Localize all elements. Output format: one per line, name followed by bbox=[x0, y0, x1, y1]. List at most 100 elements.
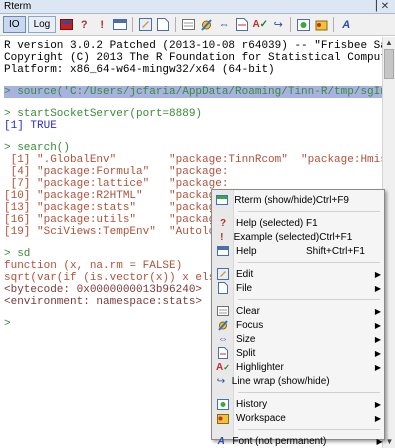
menu-item-label: Help bbox=[236, 245, 257, 257]
menu-item-shortcut: Shift+Ctrl+F1 bbox=[306, 245, 365, 257]
line-wrap-icon[interactable]: ↪ bbox=[270, 17, 286, 33]
menu-item-file[interactable]: File ▶ bbox=[212, 281, 384, 295]
example-icon[interactable]: ! bbox=[94, 17, 110, 33]
help-icon[interactable]: ? bbox=[76, 17, 92, 33]
menu-item-label: Focus bbox=[236, 319, 264, 331]
tab-log[interactable]: Log bbox=[27, 16, 57, 33]
submenu-arrow-icon: ▶ bbox=[374, 413, 382, 423]
menu-item-label: Rterm (show/hide) bbox=[234, 194, 316, 206]
clear-icon[interactable] bbox=[180, 17, 196, 33]
menu-item-label: Help (selected) bbox=[236, 217, 304, 229]
example-icon: ! bbox=[220, 231, 224, 243]
help-book-icon[interactable] bbox=[112, 17, 128, 33]
history-icon bbox=[216, 398, 230, 410]
banner-line: Platform: x86_64-w64-mingw32/x64 (64-bit… bbox=[4, 64, 275, 76]
menu-item-rterm[interactable]: Rterm (show/hide) Ctrl+F9 bbox=[212, 193, 384, 207]
menu-item-label: Clear bbox=[236, 305, 260, 317]
menu-item-size[interactable]: ⇔ Size ▶ bbox=[212, 332, 384, 346]
font-icon: A bbox=[217, 435, 225, 447]
menu-separator bbox=[238, 429, 380, 430]
menu-item-label: Line wrap (show/hide) bbox=[231, 375, 330, 387]
scroll-thumb[interactable] bbox=[384, 49, 394, 79]
menu-item-split[interactable]: Split ▶ bbox=[212, 346, 384, 360]
size-icon[interactable]: ⇔ bbox=[216, 17, 232, 33]
window-titlebar: Rterm ▕ ✕ bbox=[0, 0, 395, 14]
submenu-arrow-icon: ▶ bbox=[374, 306, 382, 316]
menu-item-label: File bbox=[236, 282, 253, 294]
file-icon[interactable] bbox=[155, 17, 171, 33]
menu-item-clear[interactable]: Clear ▶ bbox=[212, 304, 384, 318]
toolbar: IO Log ? ! ⇔ A ✓ ↪ A bbox=[0, 14, 395, 36]
server-output: [1] TRUE bbox=[4, 120, 57, 132]
split-icon[interactable] bbox=[234, 17, 250, 33]
pin-icon[interactable]: ▕ bbox=[367, 1, 379, 12]
line-wrap-icon: ↪ bbox=[216, 375, 226, 387]
menu-item-label: Example (selected) bbox=[233, 231, 320, 243]
search-output-line: [1] ".GlobalEnv" "package:TinnRcom" "pac… bbox=[4, 154, 382, 166]
banner-line: Copyright (C) 2013 The R Foundation for … bbox=[4, 52, 382, 64]
file-icon bbox=[216, 282, 230, 294]
menu-item-font[interactable]: A Font (not permanent) ▶ bbox=[212, 434, 384, 448]
menu-item-shortcut: Ctrl+F1 bbox=[319, 231, 353, 243]
submenu-arrow-icon: ▶ bbox=[374, 269, 382, 279]
server-command: > startSocketServer(port=8889) bbox=[4, 108, 203, 120]
focus-icon[interactable] bbox=[198, 17, 214, 33]
menu-item-focus[interactable]: Focus ▶ bbox=[212, 318, 384, 332]
edit-icon bbox=[216, 268, 230, 280]
history-icon[interactable] bbox=[295, 17, 311, 33]
menu-separator bbox=[238, 262, 380, 263]
toolbar-separator bbox=[132, 17, 134, 32]
menu-item-label: Highlighter bbox=[236, 361, 284, 373]
submenu-arrow-icon: ▶ bbox=[374, 362, 382, 372]
highlighter-icon: A ✓ bbox=[216, 361, 230, 373]
workspace-icon bbox=[216, 412, 230, 424]
menu-item-help-selected[interactable]: ? Help (selected) F1 bbox=[212, 216, 384, 230]
search-output-line: [4] "package:Formula" "package: bbox=[4, 166, 229, 178]
workspace-icon[interactable] bbox=[313, 17, 329, 33]
stop-icon[interactable] bbox=[58, 17, 74, 33]
font-icon[interactable]: A bbox=[338, 17, 354, 33]
menu-item-highlighter[interactable]: A ✓ Highlighter ▶ bbox=[212, 360, 384, 374]
size-icon: ⇔ bbox=[218, 333, 228, 345]
source-command: > source('C:/Users/jcfaria/AppData/Roami… bbox=[4, 86, 382, 98]
search-command: > search() bbox=[4, 142, 71, 154]
focus-icon bbox=[216, 319, 230, 331]
menu-item-workspace[interactable]: Workspace ▶ bbox=[212, 411, 384, 425]
submenu-arrow-icon: ▶ bbox=[374, 334, 382, 344]
menu-item-shortcut: Ctrl+F9 bbox=[315, 194, 349, 206]
menu-item-label: Edit bbox=[236, 268, 254, 280]
server-block: > startSocketServer(port=8889) [1] TRUE bbox=[4, 108, 382, 132]
menu-item-shortcut: F1 bbox=[306, 217, 318, 229]
toolbar-separator bbox=[333, 17, 335, 32]
menu-item-label: Font (not permanent) bbox=[232, 435, 327, 447]
menu-separator bbox=[238, 392, 380, 393]
clear-icon bbox=[216, 305, 230, 317]
submenu-arrow-icon: ▶ bbox=[374, 320, 382, 330]
tab-io[interactable]: IO bbox=[3, 16, 26, 33]
menu-item-edit[interactable]: Edit ▶ bbox=[212, 267, 384, 281]
submenu-arrow-icon: ▶ bbox=[374, 348, 382, 358]
menu-item-example-selected[interactable]: ! Example (selected) Ctrl+F1 bbox=[212, 230, 384, 244]
close-icon[interactable]: ✕ bbox=[379, 1, 391, 12]
toolbar-separator bbox=[175, 17, 177, 32]
menu-item-history[interactable]: History ▶ bbox=[212, 397, 384, 411]
submenu-arrow-icon: ▶ bbox=[374, 283, 382, 293]
source-command-block: > source('C:/Users/jcfaria/AppData/Roami… bbox=[4, 86, 382, 98]
rterm-icon bbox=[216, 194, 229, 206]
menu-item-label: Workspace bbox=[236, 412, 286, 424]
help-icon: ? bbox=[219, 217, 227, 229]
menu-item-label: Split bbox=[236, 347, 256, 359]
menu-item-label: Size bbox=[236, 333, 256, 345]
menu-item-help[interactable]: Help Shift+Ctrl+F1 bbox=[212, 244, 384, 258]
menu-item-line-wrap[interactable]: ↪ Line wrap (show/hide) bbox=[212, 374, 384, 388]
menu-item-label: History bbox=[236, 398, 268, 410]
edit-icon[interactable] bbox=[137, 17, 153, 33]
help-book-icon bbox=[216, 245, 230, 257]
window-title: Rterm bbox=[4, 1, 32, 12]
split-icon bbox=[216, 347, 230, 359]
highlighter-icon[interactable]: A ✓ bbox=[252, 17, 268, 33]
menu-separator bbox=[238, 211, 380, 212]
menu-separator bbox=[238, 299, 380, 300]
scroll-up-icon[interactable]: ▲ bbox=[383, 37, 395, 49]
submenu-arrow-icon: ▶ bbox=[374, 399, 382, 409]
